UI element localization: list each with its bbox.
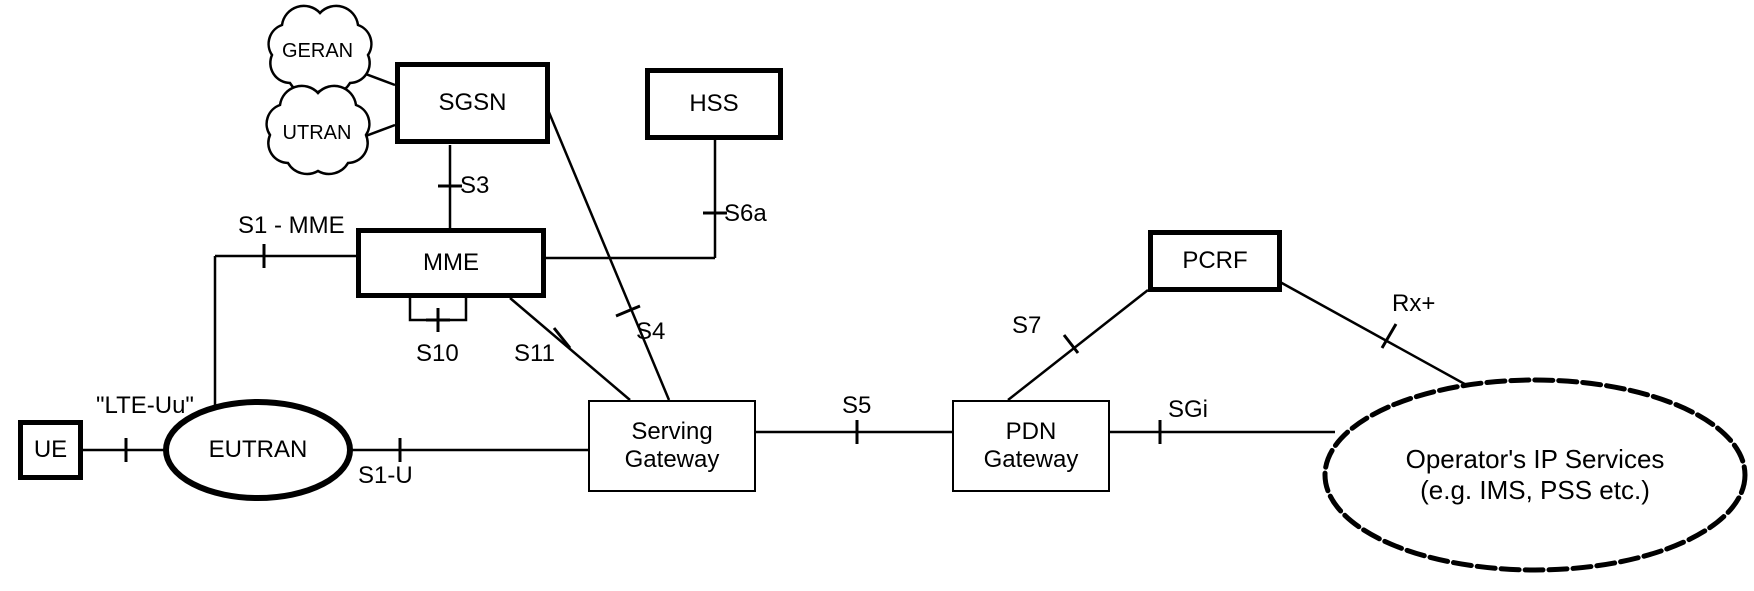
utran-label: UTRAN — [283, 122, 352, 144]
hss-node: HSS — [645, 68, 783, 140]
sgsn-node: SGSN — [395, 62, 550, 144]
eutran-label: EUTRAN — [209, 436, 308, 464]
serving-gateway-label: Serving Gateway — [625, 418, 720, 473]
sgsn-label: SGSN — [438, 89, 506, 117]
s11-link-label: S11 — [514, 340, 555, 368]
operator-services-label: Operator's IP Services (e.g. IMS, PSS et… — [1406, 444, 1665, 506]
operator-services-node: Operator's IP Services (e.g. IMS, PSS et… — [1325, 430, 1745, 520]
s1-mme-link-label: S1 - MME — [238, 212, 345, 240]
s3-link-label: S3 — [460, 172, 489, 200]
mme-node: MME — [356, 228, 546, 298]
ue-label: UE — [34, 436, 67, 464]
s5-link-label: S5 — [842, 392, 871, 420]
pdn-gateway-node: PDN Gateway — [952, 400, 1110, 492]
s10-link-label: S10 — [416, 340, 459, 368]
pdn-gateway-label: PDN Gateway — [984, 418, 1079, 473]
utran-cloud: UTRAN — [280, 122, 354, 145]
lte-uu-link-label: "LTE-Uu" — [96, 392, 194, 420]
geran-label: GERAN — [282, 40, 353, 62]
rx-link-label: Rx+ — [1392, 290, 1435, 318]
s7-link-label: S7 — [1012, 312, 1041, 340]
mme-label: MME — [423, 249, 479, 277]
s6a-link-label: S6a — [724, 200, 767, 228]
network-architecture-diagram: UE EUTRAN GERAN UTRAN SGSN MME HSS Servi… — [0, 0, 1754, 591]
ue-node: UE — [18, 420, 83, 480]
pcrf-node: PCRF — [1148, 230, 1282, 292]
pcrf-label: PCRF — [1182, 247, 1247, 275]
s1-u-link-label: S1-U — [358, 462, 413, 490]
hss-label: HSS — [689, 90, 738, 118]
s4-link-label: S4 — [636, 318, 665, 346]
serving-gateway-node: Serving Gateway — [588, 400, 756, 492]
sgi-link-label: SGi — [1168, 396, 1208, 424]
geran-cloud: GERAN — [282, 40, 352, 63]
